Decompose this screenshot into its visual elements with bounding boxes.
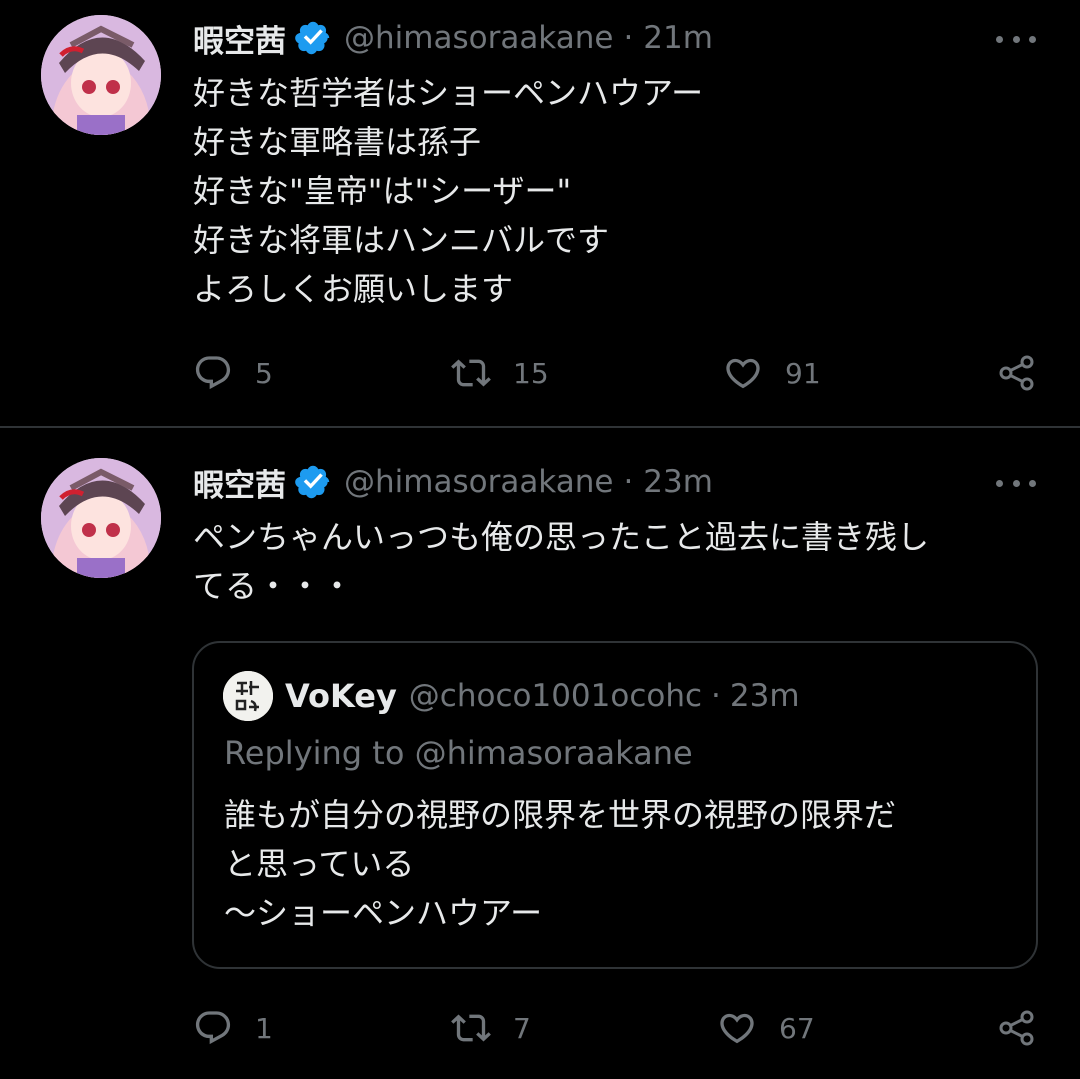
tweet-line: 好きな軍略書は孫子	[193, 123, 482, 161]
reply-icon	[195, 1011, 231, 1045]
retweet-count: 15	[513, 356, 549, 390]
replying-to[interactable]: Replying to @himasoraakane	[224, 734, 693, 772]
retweet-button[interactable]: 7	[451, 1006, 531, 1050]
display-name[interactable]: 暇空茜	[193, 16, 286, 61]
separator-dot: ·	[623, 20, 634, 56]
timestamp[interactable]: 21m	[643, 20, 713, 56]
tweet[interactable]: 暇空茜 @himasoraakane · 21m 好きな哲学者はショーペンハウア…	[0, 0, 1080, 426]
avatar[interactable]	[41, 458, 161, 578]
quoted-line: 〜ショーペンハウアー	[224, 894, 543, 932]
share-icon	[999, 1010, 1034, 1046]
more-icon[interactable]	[996, 29, 1036, 49]
share-icon	[999, 355, 1034, 391]
verified-badge-icon	[294, 463, 332, 501]
tweet-line: 好きな"皇帝"は"シーザー"	[193, 172, 572, 210]
quoted-header: VoKey @choco1001ocohc · 23m	[285, 673, 800, 719]
timestamp[interactable]: 23m	[643, 464, 713, 500]
quoted-timestamp[interactable]: 23m	[730, 678, 800, 714]
tweet[interactable]: 暇空茜 @himasoraakane · 23m ペンちゃんいっつも俺の思ったこ…	[0, 429, 1080, 1079]
quoted-line: 誰もが自分の視野の限界を世界の視野の限界だ	[224, 796, 897, 834]
tweet-line: 好きな将軍はハンニバルです	[193, 221, 610, 259]
reply-count: 5	[255, 356, 273, 390]
reply-button[interactable]: 1	[193, 1006, 273, 1050]
reply-icon	[195, 356, 231, 390]
tweet-header: 暇空茜 @himasoraakane · 23m	[193, 459, 713, 505]
like-button[interactable]: 91	[723, 351, 821, 395]
retweet-icon	[451, 359, 491, 387]
separator-dot: ·	[623, 464, 634, 500]
like-icon	[726, 358, 760, 389]
action-bar: 5 15 91	[193, 351, 1043, 395]
retweet-button[interactable]: 15	[451, 351, 549, 395]
retweet-count: 7	[513, 1011, 531, 1045]
display-name[interactable]: 暇空茜	[193, 460, 286, 505]
quoted-display-name[interactable]: VoKey	[285, 677, 397, 715]
avatar[interactable]	[41, 15, 161, 135]
reply-count: 1	[255, 1011, 273, 1045]
tweet-line: ペンちゃんいっつも俺の思ったこと過去に書き残し	[193, 518, 930, 556]
handle[interactable]: @himasoraakane	[344, 20, 613, 56]
verified-badge-icon	[294, 19, 332, 57]
more-icon[interactable]	[996, 473, 1036, 493]
quoted-tweet[interactable]: VoKey @choco1001ocohc · 23m Replying to …	[192, 641, 1038, 969]
share-button[interactable]	[997, 351, 1037, 395]
quoted-avatar[interactable]	[223, 671, 273, 721]
action-bar: 1 7 67	[193, 1006, 1043, 1050]
quoted-line: と思っている	[224, 845, 415, 883]
like-count: 67	[779, 1011, 815, 1045]
separator-dot: ·	[711, 678, 721, 714]
quoted-text: 誰もが自分の視野の限界を世界の視野の限界だ と思っている 〜ショーペンハウアー	[224, 791, 896, 938]
like-icon	[720, 1013, 754, 1044]
handle[interactable]: @himasoraakane	[344, 464, 613, 500]
like-count: 91	[785, 356, 821, 390]
tweet-line: 好きな哲学者はショーペンハウアー	[193, 74, 704, 112]
reply-button[interactable]: 5	[193, 351, 273, 395]
tweet-line: てる・・・	[193, 567, 354, 605]
tweet-line: よろしくお願いします	[193, 270, 514, 308]
tweet-text: ペンちゃんいっつも俺の思ったこと過去に書き残し てる・・・	[193, 513, 1053, 611]
retweet-icon	[451, 1014, 491, 1042]
share-button[interactable]	[997, 1006, 1037, 1050]
tweet-text: 好きな哲学者はショーペンハウアー 好きな軍略書は孫子 好きな"皇帝"は"シーザー…	[193, 69, 1053, 314]
divider	[0, 426, 1080, 428]
quoted-handle[interactable]: @choco1001ocohc	[409, 678, 702, 714]
tweet-header: 暇空茜 @himasoraakane · 21m	[193, 15, 713, 61]
like-button[interactable]: 67	[717, 1006, 815, 1050]
